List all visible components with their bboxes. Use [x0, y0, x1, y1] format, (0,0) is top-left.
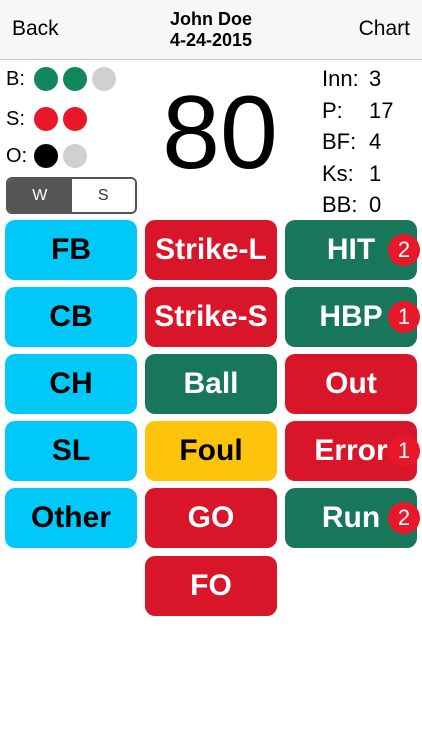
ball-dot-filled: [34, 67, 58, 91]
nav-bar: Back John Doe 4-24-2015 Chart: [0, 0, 422, 60]
run-button[interactable]: Run 2: [285, 488, 420, 548]
balls-row: B:: [6, 64, 121, 94]
other-pitch-button[interactable]: Other: [5, 488, 137, 548]
error-count-badge: 1: [388, 435, 420, 467]
out-button[interactable]: Out: [285, 354, 417, 414]
strike-swinging-button[interactable]: Strike-S: [145, 287, 277, 347]
ball-button[interactable]: Ball: [145, 354, 277, 414]
ground-out-button[interactable]: GO: [145, 488, 277, 548]
stats-panel: Inn: 3 P: 17 BF: 4 Ks: 1 BB: 0: [322, 63, 422, 221]
out-dot-filled: [34, 144, 58, 168]
run-label: Run: [321, 501, 381, 534]
foul-button[interactable]: Foul: [145, 421, 277, 481]
fastball-button[interactable]: FB: [5, 220, 137, 280]
stat-inning: Inn: 3: [322, 66, 382, 91]
changeup-button[interactable]: CH: [5, 354, 137, 414]
hbp-count-badge: 1: [388, 301, 420, 333]
slider-button[interactable]: SL: [5, 421, 137, 481]
hbp-label: HBP: [319, 300, 383, 333]
error-button[interactable]: Error 1: [285, 421, 420, 481]
run-count-badge: 2: [388, 502, 420, 534]
stat-strikeouts: Ks: 1: [322, 160, 382, 186]
stretch-segment-button[interactable]: S: [71, 179, 135, 212]
outs-row: O:: [6, 141, 92, 171]
stat-walks: BB: 0: [322, 192, 382, 217]
outs-label: O:: [6, 144, 28, 167]
ball-dot-empty: [92, 67, 116, 91]
fly-out-button[interactable]: FO: [145, 556, 277, 616]
windup-segment-button[interactable]: W: [8, 179, 72, 212]
strike-dot-filled: [34, 107, 58, 131]
pitch-count: 80: [162, 75, 278, 191]
hit-button[interactable]: HIT 2: [285, 220, 420, 280]
out-dot-empty: [63, 144, 87, 168]
strikes-row: S:: [6, 104, 92, 134]
curveball-button[interactable]: CB: [5, 287, 137, 347]
strikes-label: S:: [6, 107, 25, 130]
strike-dot-filled: [63, 107, 87, 131]
hit-label: HIT: [326, 233, 376, 266]
hbp-button[interactable]: HBP 1: [285, 287, 420, 347]
stat-batters-faced: BF: 4: [322, 129, 382, 154]
chart-button[interactable]: Chart: [359, 17, 410, 41]
windup-stretch-segment: W S: [6, 177, 137, 214]
ball-dot-filled: [63, 67, 87, 91]
stat-pitches: P: 17: [322, 97, 394, 123]
strike-looking-button[interactable]: Strike-L: [145, 220, 277, 280]
balls-label: B:: [6, 67, 25, 90]
hit-count-badge: 2: [388, 234, 420, 266]
error-label: Error: [314, 434, 388, 467]
